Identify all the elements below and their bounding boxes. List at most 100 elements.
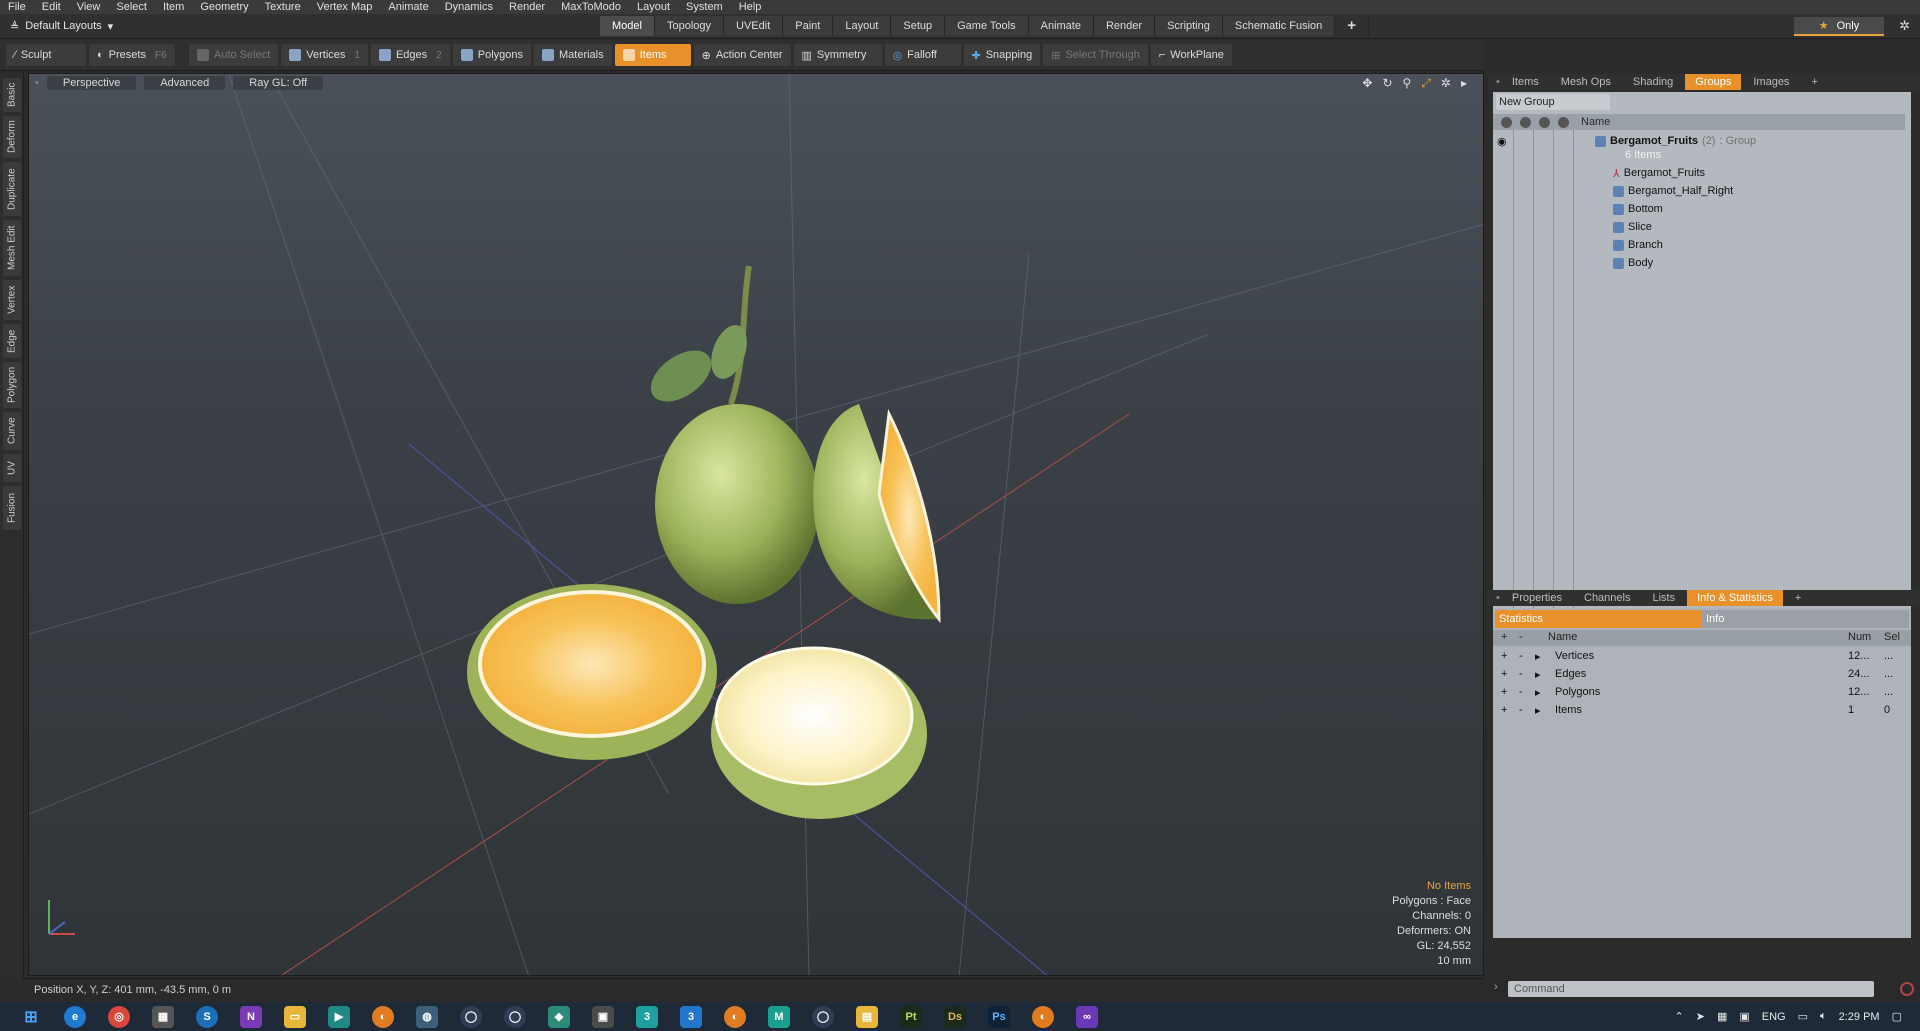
monitor-icon[interactable]: ▭ [1798,1010,1808,1023]
tab-render[interactable]: Render [1093,16,1156,36]
tab-setup[interactable]: Setup [891,16,946,36]
menu-file[interactable]: File [0,1,34,13]
play-icon[interactable]: ▸ [1461,76,1467,91]
tab-info-statistics[interactable]: Info & Statistics [1687,590,1783,606]
menu-help[interactable]: Help [731,1,770,13]
raygl-button[interactable]: Ray GL: Off [233,76,324,90]
perspective-button[interactable]: Perspective [46,76,137,90]
terminal-icon[interactable]: ▶ [328,1005,350,1028]
tab-uv[interactable]: UV [3,454,21,482]
auto-select-button[interactable]: Auto Select [189,44,279,66]
table-row[interactable]: + - ▸ Polygons 12... ... [1493,684,1911,702]
send-icon[interactable]: ➤ [1696,1010,1705,1023]
collapse-icon[interactable]: - [1519,650,1523,662]
new-group-button[interactable]: New Group [1496,94,1610,110]
select-through-button[interactable]: ⊞ Select Through [1043,44,1148,66]
menu-render[interactable]: Render [501,1,553,13]
fit-icon[interactable]: ⤢ [1421,76,1431,91]
menu-edit[interactable]: Edit [34,1,69,13]
action-center-button[interactable]: ⊕ Action Center [693,44,791,66]
volume-icon[interactable]: 🔈︎ [1820,1010,1827,1023]
tab-basic[interactable]: Basic [3,78,21,112]
lock-icon[interactable] [1520,116,1531,128]
table-row[interactable]: + - ▸ Vertices 12... ... [1493,648,1911,666]
symmetry-button[interactable]: ▥ Symmetry [793,44,882,66]
vertices-button[interactable]: Vertices 1 [281,44,368,66]
tab-items[interactable]: Items [1502,74,1549,90]
add-tab-button[interactable]: + [1335,16,1370,36]
3d-viewport[interactable]: • Perspective Advanced Ray GL: Off ✥ ↻ ⚲… [28,73,1484,976]
tab-paint[interactable]: Paint [783,16,834,36]
menu-maxtomodo[interactable]: MaxToModo [553,1,629,13]
zoom-icon[interactable]: ⚲ [1403,76,1412,91]
select-icon[interactable] [1558,116,1569,128]
polygons-button[interactable]: Polygons [452,44,531,66]
presets-button[interactable]: ◐ Presets F6 [89,44,175,66]
subtab-info[interactable]: Info [1702,610,1909,628]
expand-icon[interactable]: + [1501,686,1507,698]
steam-icon[interactable]: S [196,1005,218,1028]
app-icon[interactable]: ▣ [592,1005,614,1028]
tab-mesh-ops[interactable]: Mesh Ops [1551,74,1621,90]
tab-animate[interactable]: Animate [1028,16,1094,36]
calculator-icon[interactable]: ▦ [152,1005,174,1028]
layout-toggle-icon[interactable]: ≜ [10,20,19,33]
tab-topology[interactable]: Topology [654,16,725,36]
tab-groups[interactable]: Groups [1685,74,1742,90]
list-item[interactable]: Branch [1493,236,1905,254]
move-icon[interactable]: ✥ [1362,76,1372,91]
eye-icon[interactable] [1501,116,1512,128]
3dsmax-icon[interactable]: 3 [636,1005,658,1028]
blender-icon[interactable]: ◐ [372,1005,394,1028]
display-icon[interactable]: ▣ [1739,1010,1749,1023]
windows-start-icon[interactable]: ⊞ [20,1006,42,1028]
expand-icon[interactable]: + [1501,668,1507,680]
language-indicator[interactable]: ENG [1762,1011,1786,1023]
files-icon[interactable]: ▤ [856,1005,878,1028]
tab-curve[interactable]: Curve [3,412,21,450]
advanced-button[interactable]: Advanced [144,76,226,90]
expand-icon[interactable]: + [1501,704,1507,716]
c4d-icon[interactable]: ◯ [812,1005,834,1028]
tab-vertex[interactable]: Vertex [3,280,21,320]
triangle-right-icon[interactable]: ▸ [1535,650,1541,663]
falloff-button[interactable]: ◎ Falloff [884,44,961,66]
modo-icon[interactable]: ◍ [416,1005,438,1028]
tab-duplicate[interactable]: Duplicate [3,162,21,216]
onenote-icon[interactable]: N [240,1005,262,1028]
command-input[interactable]: Command [1508,981,1874,997]
tab-mesh-edit[interactable]: Mesh Edit [3,220,21,276]
tab-images[interactable]: Images [1743,74,1799,90]
gear-icon[interactable]: ✲ [1899,18,1910,34]
notification-icon[interactable]: ▢ [1892,1010,1902,1023]
blender-icon[interactable]: ◐ [724,1005,746,1028]
blender-icon[interactable]: ◐ [1032,1005,1054,1028]
maya-icon[interactable]: M [768,1005,790,1028]
record-icon[interactable] [1900,982,1914,996]
edge-browser-icon[interactable]: e [64,1005,86,1028]
menu-layout[interactable]: Layout [629,1,678,13]
menu-animate[interactable]: Animate [380,1,436,13]
edges-button[interactable]: Edges 2 [370,44,450,66]
tab-fusion[interactable]: Fusion [3,486,21,530]
list-item[interactable]: Body [1493,254,1905,272]
collapse-icon[interactable]: - [1519,668,1523,680]
tab-properties[interactable]: Properties [1502,590,1572,606]
items-button[interactable]: Items [614,44,691,66]
subtab-statistics[interactable]: Statistics [1495,610,1702,628]
list-item[interactable]: ⅄ Bergamot_Fruits [1493,164,1905,182]
sculpt-button[interactable]: ⁄ Sculpt [6,44,86,66]
menu-select[interactable]: Select [108,1,155,13]
workplane-button[interactable]: ⌐ WorkPlane [1150,44,1232,66]
menu-view[interactable]: View [69,1,109,13]
tab-model[interactable]: Model [600,16,655,36]
triangle-right-icon[interactable]: ▸ [1535,686,1541,699]
tab-schematic-fusion[interactable]: Schematic Fusion [1222,16,1336,36]
app-icon[interactable]: ◆ [548,1005,570,1028]
chevron-up-icon[interactable]: ⌃ [1675,1010,1684,1023]
menu-geometry[interactable]: Geometry [192,1,256,13]
layout-selector[interactable]: ≜ Default Layouts ▾ [0,20,600,33]
menu-vertex-map[interactable]: Vertex Map [309,1,381,13]
add-panel-tab-button[interactable]: + [1785,590,1811,606]
list-item[interactable]: Bottom [1493,200,1905,218]
